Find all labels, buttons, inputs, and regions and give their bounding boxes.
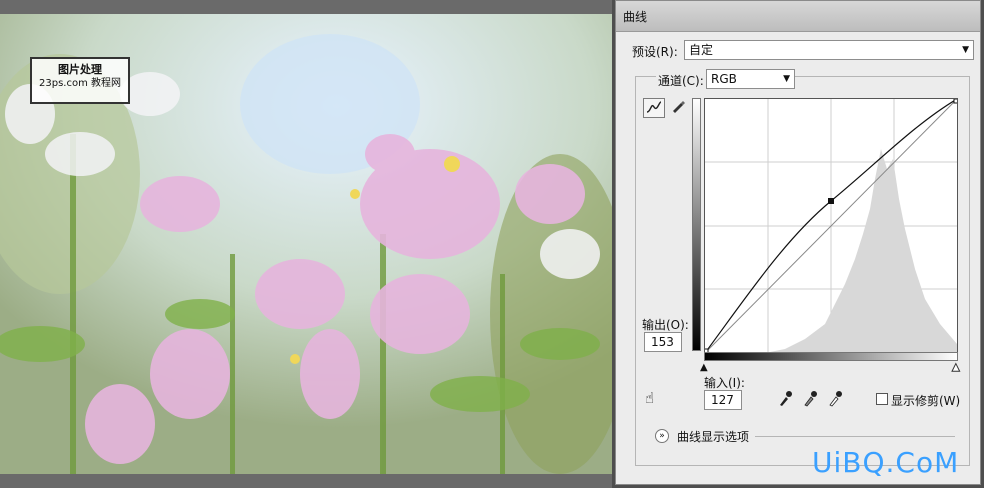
curve-icon bbox=[646, 101, 662, 113]
channel-value: RGB bbox=[711, 72, 737, 86]
watermark-line2: 23ps.com 教程网 bbox=[39, 78, 121, 89]
output-label: 输出(O): bbox=[642, 318, 689, 332]
chevron-double-down-icon[interactable]: » bbox=[655, 429, 669, 443]
dialog-titlebar[interactable]: 曲线 bbox=[616, 1, 980, 32]
eyedropper-white-icon[interactable] bbox=[826, 389, 844, 409]
canvas-top-strip bbox=[0, 0, 612, 14]
eyedropper-gray-icon[interactable] bbox=[801, 389, 819, 409]
pencil-icon bbox=[673, 101, 685, 113]
preset-value: 自定 bbox=[689, 43, 714, 57]
input-field[interactable]: 127 bbox=[704, 390, 742, 410]
preset-label: 预设(R): bbox=[632, 45, 678, 59]
channel-label: 通道(C): bbox=[656, 72, 706, 89]
curve-control-point bbox=[828, 198, 834, 204]
show-clipping-label: 显示修剪(W) bbox=[891, 394, 961, 408]
brand-watermark: UiBQ.CoM bbox=[812, 446, 960, 479]
photo-canvas[interactable]: 图片处理 23ps.com 教程网 bbox=[0, 14, 612, 474]
channel-dropdown-arrow-icon: ▼ bbox=[783, 74, 790, 84]
curve-graph-svg bbox=[703, 98, 959, 354]
eyedropper-black-icon[interactable] bbox=[776, 389, 794, 409]
channel-select[interactable]: RGB ▼ bbox=[706, 69, 795, 89]
canvas-bottom-strip bbox=[0, 474, 612, 488]
pencil-tool-button[interactable] bbox=[667, 98, 689, 118]
curve-tool-button[interactable] bbox=[643, 98, 665, 118]
white-point-slider-icon[interactable]: ▲ bbox=[952, 362, 961, 374]
output-gradient-bar bbox=[692, 98, 701, 351]
black-point-slider-icon[interactable]: ▲ bbox=[700, 362, 708, 373]
options-divider bbox=[755, 436, 955, 437]
dialog-title: 曲线 bbox=[623, 10, 648, 24]
watermark-line1: 图片处理 bbox=[58, 63, 102, 76]
input-gradient-bar bbox=[704, 352, 958, 361]
curve-options-label[interactable]: 曲线显示选项 bbox=[677, 428, 749, 445]
hand-adjust-icon[interactable]: ☝ bbox=[645, 389, 654, 407]
curve-endpoint-white bbox=[953, 98, 959, 104]
input-label: 输入(I): bbox=[704, 376, 745, 390]
preset-dropdown-arrow-icon: ▼ bbox=[962, 45, 969, 55]
show-clipping-checkbox[interactable] bbox=[876, 393, 888, 405]
output-field[interactable]: 153 bbox=[644, 332, 682, 352]
watermark-logo: 图片处理 23ps.com 教程网 bbox=[30, 57, 130, 104]
preset-select[interactable]: 自定 ▼ bbox=[684, 40, 974, 60]
curve-graph[interactable] bbox=[703, 98, 959, 354]
